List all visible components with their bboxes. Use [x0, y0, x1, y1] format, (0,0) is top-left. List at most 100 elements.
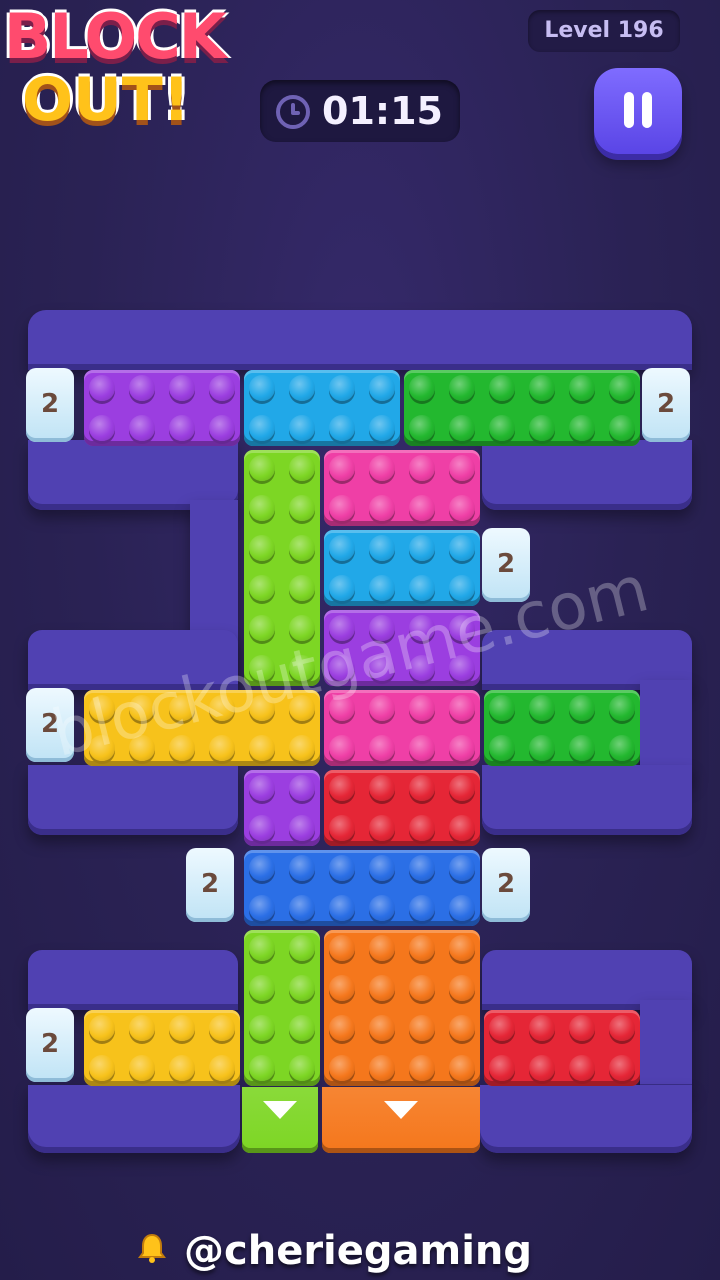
- block-stud: [329, 535, 355, 561]
- block-stud: [289, 535, 315, 561]
- board-track: [482, 440, 692, 510]
- block-yellow[interactable]: [84, 1010, 240, 1086]
- block-stud: [409, 735, 435, 761]
- block-stud: [449, 535, 475, 561]
- block-stud: [89, 415, 115, 441]
- pause-icon: [624, 92, 634, 128]
- block-stud: [609, 735, 635, 761]
- block-stud: [369, 575, 395, 601]
- board-track: [482, 765, 692, 835]
- block-blue[interactable]: [244, 850, 480, 926]
- gate-count: 2: [200, 869, 220, 899]
- block-stud: [169, 1055, 195, 1081]
- block-stud: [329, 855, 355, 881]
- block-stud: [529, 415, 555, 441]
- pause-button[interactable]: [594, 68, 682, 154]
- block-red[interactable]: [484, 1010, 640, 1086]
- block-stud: [89, 1015, 115, 1041]
- block-stud: [529, 375, 555, 401]
- block-cyan[interactable]: [324, 530, 480, 606]
- block-purple[interactable]: [84, 370, 240, 446]
- block-stud: [449, 455, 475, 481]
- block-stud: [489, 1055, 515, 1081]
- board-track: [480, 1085, 692, 1153]
- block-stud: [409, 455, 435, 481]
- block-stud: [409, 375, 435, 401]
- block-stud: [289, 855, 315, 881]
- block-stud: [369, 935, 395, 961]
- block-orange[interactable]: [324, 930, 480, 1086]
- block-stud: [489, 1015, 515, 1041]
- block-stud: [409, 535, 435, 561]
- clock-icon: [276, 95, 310, 129]
- block-stud: [289, 1055, 315, 1081]
- board-track: [28, 765, 238, 835]
- block-stud: [249, 615, 275, 641]
- block-stud: [569, 1055, 595, 1081]
- block-green[interactable]: [484, 690, 640, 766]
- gate-counter: 2: [26, 1008, 74, 1082]
- block-red[interactable]: [324, 770, 480, 846]
- block-stud: [249, 895, 275, 921]
- board-track: [28, 950, 238, 1010]
- handle-text: @cheriegaming: [184, 1228, 533, 1274]
- block-stud: [369, 1015, 395, 1041]
- block-stud: [329, 735, 355, 761]
- timer-panel: 01:15: [260, 80, 460, 142]
- block-stud: [329, 575, 355, 601]
- block-stud: [609, 375, 635, 401]
- block-stud: [249, 935, 275, 961]
- block-stud: [409, 855, 435, 881]
- block-stud: [249, 455, 275, 481]
- logo-line1: BLOCK: [4, 0, 227, 73]
- block-stud: [449, 1015, 475, 1041]
- block-stud: [249, 775, 275, 801]
- block-stud: [449, 775, 475, 801]
- block-stud: [249, 575, 275, 601]
- block-stud: [289, 895, 315, 921]
- block-stud: [449, 895, 475, 921]
- block-stud: [529, 695, 555, 721]
- block-stud: [249, 495, 275, 521]
- block-stud: [169, 415, 195, 441]
- arrow-down-icon: [263, 1101, 297, 1119]
- block-stud: [569, 735, 595, 761]
- block-stud: [369, 495, 395, 521]
- block-stud: [529, 735, 555, 761]
- block-stud: [409, 575, 435, 601]
- block-stud: [449, 975, 475, 1001]
- block-stud: [489, 735, 515, 761]
- block-stud: [369, 735, 395, 761]
- block-stud: [169, 375, 195, 401]
- block-stud: [489, 695, 515, 721]
- block-stud: [329, 775, 355, 801]
- level-label: Level 196: [528, 10, 680, 52]
- exit-slot-orange: [322, 1087, 480, 1153]
- game-screen: BLOCK OUT! Level 196 01:15 2 2 2 2 2 2 2…: [0, 0, 720, 1280]
- block-stud: [369, 855, 395, 881]
- block-purple[interactable]: [244, 770, 320, 846]
- block-stud: [409, 1015, 435, 1041]
- block-stud: [529, 1055, 555, 1081]
- block-pink[interactable]: [324, 450, 480, 526]
- gate-count: 2: [656, 389, 676, 419]
- gate-count: 2: [496, 549, 516, 579]
- block-stud: [209, 1055, 235, 1081]
- block-stud: [449, 495, 475, 521]
- block-pink[interactable]: [324, 690, 480, 766]
- block-stud: [569, 375, 595, 401]
- block-stud: [369, 1055, 395, 1081]
- block-cyan[interactable]: [244, 370, 400, 446]
- block-stud: [529, 1015, 555, 1041]
- block-stud: [369, 535, 395, 561]
- block-stud: [249, 375, 275, 401]
- block-stud: [449, 815, 475, 841]
- block-stud: [289, 455, 315, 481]
- block-stud: [249, 815, 275, 841]
- block-stud: [289, 775, 315, 801]
- block-stud: [209, 1015, 235, 1041]
- block-green[interactable]: [404, 370, 640, 446]
- pause-icon: [642, 92, 652, 128]
- block-stud: [289, 415, 315, 441]
- block-lime[interactable]: [244, 930, 320, 1086]
